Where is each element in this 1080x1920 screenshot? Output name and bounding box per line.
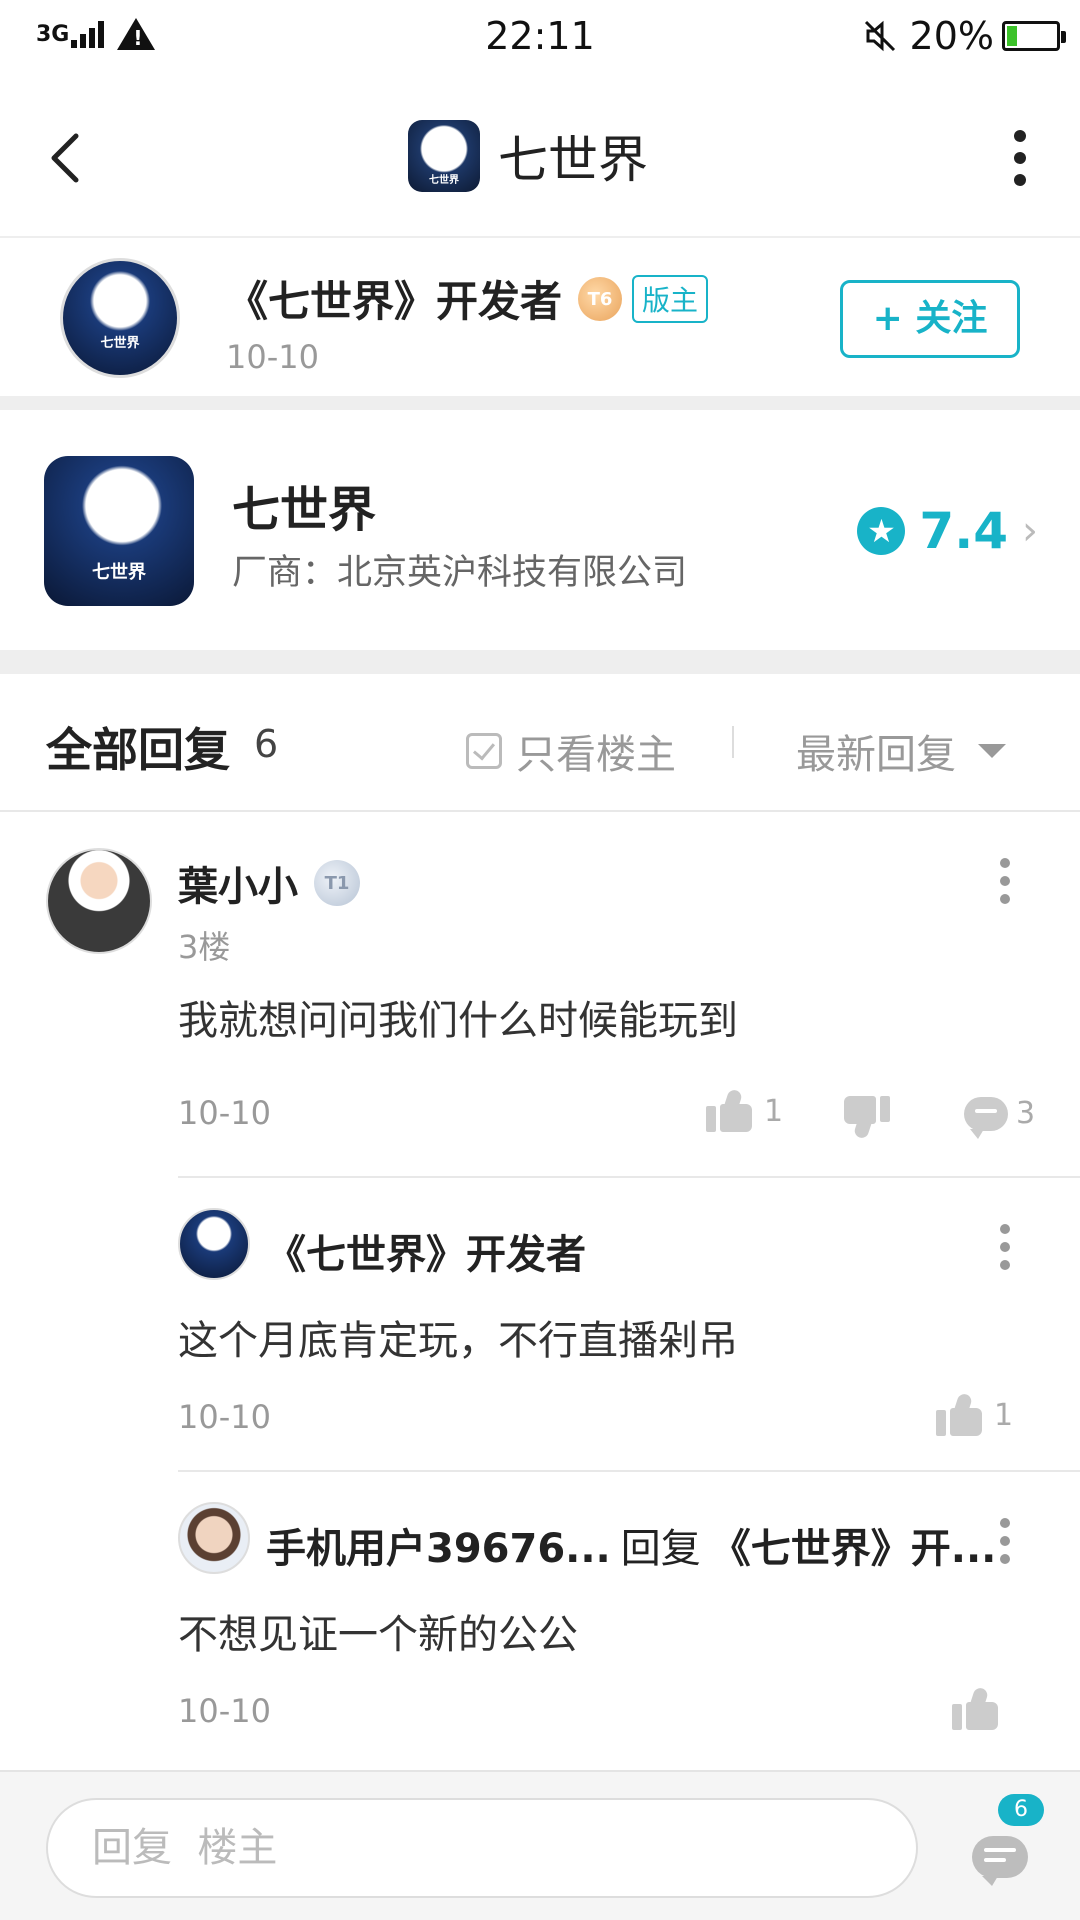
more-vertical-icon[interactable] (1000, 1518, 1010, 1572)
rating-value: 7.4 (919, 502, 1008, 560)
commenter-avatar[interactable] (46, 848, 152, 954)
moderator-badge: 版主 (632, 274, 709, 323)
chevron-right-icon: › (1022, 508, 1038, 554)
thumbs-up-icon (952, 1686, 998, 1730)
reply-name-row: 手机用户39676... 回复 《七世界》开... (266, 1516, 996, 1574)
only-owner-label: 只看楼主 (516, 732, 676, 778)
reply-avatar[interactable] (178, 1208, 250, 1280)
dislike-button[interactable] (844, 1096, 890, 1140)
reply-author-name[interactable]: 《七世界》开发者 (266, 1222, 586, 1280)
reply-word: 回复 (620, 1526, 701, 1572)
replies-title: 全部回复 (46, 723, 230, 777)
comment-text: 我就想问问我们什么时候能玩到 (178, 998, 738, 1044)
author-avatar[interactable]: 七世界 (60, 258, 180, 378)
checkbox-icon[interactable] (466, 733, 502, 769)
game-rating[interactable]: ★ 7.4 › (857, 502, 1038, 560)
chevron-left-icon[interactable] (44, 128, 84, 188)
like-button[interactable] (952, 1686, 998, 1730)
separator (732, 726, 734, 758)
more-vertical-icon[interactable] (1014, 130, 1026, 196)
like-count: 1 (764, 1093, 784, 1129)
top-nav-bar: 七世界 七世界 (0, 78, 1080, 238)
reply-date: 10-10 (178, 1692, 271, 1730)
caret-down-icon (978, 744, 1006, 758)
thumbs-down-icon (844, 1096, 890, 1140)
battery-icon (1002, 21, 1066, 51)
comments-icon[interactable] (970, 1830, 1030, 1886)
reply-avatar[interactable] (178, 1502, 250, 1574)
more-vertical-icon[interactable] (1000, 858, 1010, 912)
thumbs-up-icon (936, 1392, 982, 1436)
reply-bar: 6 (0, 1770, 1080, 1920)
page-title: 七世界 (498, 131, 648, 189)
reply-count: 3 (1016, 1096, 1036, 1131)
comment-date: 10-10 (178, 1094, 271, 1132)
sub-reply-item: 《七世界》开发者 这个月底肯定玩，不行直播剁吊 10-10 1 (0, 1178, 1080, 1470)
comment-count-badge: 6 (998, 1794, 1044, 1826)
reply-date: 10-10 (178, 1398, 271, 1436)
author-post-date: 10-10 (226, 338, 319, 376)
level-badge-icon: T6 (578, 276, 623, 321)
reply-count-button[interactable]: 3 (964, 1096, 1036, 1139)
like-count: 1 (994, 1397, 1014, 1433)
mute-icon (864, 20, 895, 52)
section-divider (0, 650, 1080, 674)
post-author-section: 七世界 《七世界》开发者 T6 版主 10-10 + 关注 (0, 240, 1080, 396)
sort-label: 最新回复 (796, 732, 956, 778)
commenter-name-row: 葉小小 T1 (178, 854, 360, 912)
only-owner-toggle[interactable]: 只看楼主 (466, 722, 676, 780)
sub-reply-item: 手机用户39676... 回复 《七世界》开... 不想见证一个新的公公 10-… (0, 1472, 1080, 1764)
sort-dropdown[interactable]: 最新回复 (796, 722, 1006, 780)
battery-fill (1007, 26, 1018, 46)
replies-count: 6 (254, 722, 279, 766)
follow-button[interactable]: + 关注 (840, 280, 1020, 358)
comment-bubble-icon (964, 1096, 1008, 1139)
thumbs-up-icon (706, 1088, 752, 1132)
like-button[interactable]: 1 (936, 1392, 1014, 1436)
reply-input[interactable] (46, 1798, 918, 1898)
game-vendor: 厂商：北京英沪科技有限公司 (232, 553, 688, 593)
author-name-row: 《七世界》开发者 T6 版主 (226, 268, 709, 329)
reply-text: 不想见证一个新的公公 (178, 1612, 578, 1658)
level-badge-icon: T1 (314, 860, 360, 906)
floor-number: 3楼 (178, 928, 231, 966)
status-right: 20% (862, 14, 1066, 58)
replies-header: 全部回复 6 只看楼主 最新回复 (0, 674, 1080, 812)
section-divider (0, 396, 1080, 410)
game-name: 七世界 (232, 482, 377, 538)
reply-text: 这个月底肯定玩，不行直播剁吊 (178, 1318, 738, 1364)
more-vertical-icon[interactable] (1000, 1224, 1010, 1278)
star-icon: ★ (857, 507, 906, 555)
reply-name-row: 《七世界》开发者 (266, 1222, 586, 1280)
author-name[interactable]: 《七世界》开发者 (226, 268, 562, 329)
battery-percent: 20% (909, 14, 994, 58)
nav-title-group: 七世界 七世界 (408, 120, 648, 192)
comment-item: 葉小小 T1 3楼 我就想问问我们什么时候能玩到 10-10 1 3 (0, 814, 1080, 1174)
like-button[interactable]: 1 (706, 1088, 784, 1132)
app-logo-icon: 七世界 (408, 120, 480, 192)
reply-author-name[interactable]: 手机用户39676... (266, 1516, 611, 1574)
status-bar: 3G ! 22:11 20% (0, 0, 1080, 78)
reply-target-name[interactable]: 《七世界》开... (711, 1516, 997, 1574)
commenter-name[interactable]: 葉小小 (178, 854, 298, 912)
game-icon: 七世界 (44, 456, 194, 606)
game-card[interactable]: 七世界 七世界 厂商：北京英沪科技有限公司 ★ 7.4 › (0, 410, 1080, 650)
